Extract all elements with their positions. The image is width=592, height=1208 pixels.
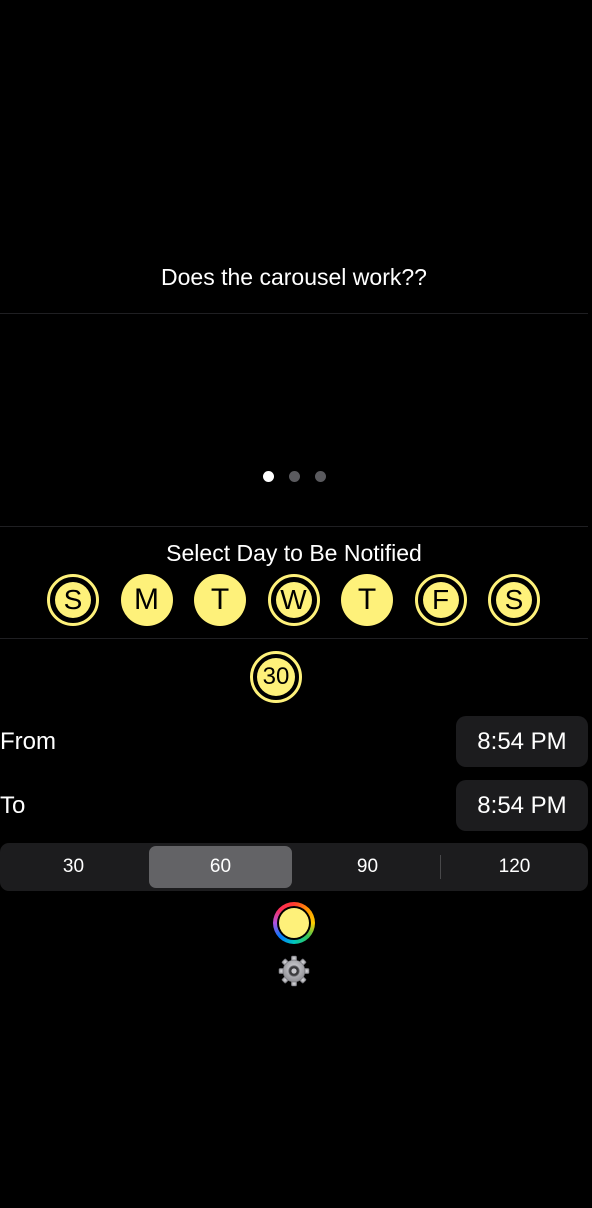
day-label: S bbox=[496, 582, 532, 618]
day-label: T bbox=[210, 583, 230, 616]
day-selector: S M T W T F S bbox=[47, 574, 540, 626]
from-label: From bbox=[0, 728, 56, 755]
carousel-title: Does the carousel work?? bbox=[161, 264, 427, 290]
segment-60[interactable]: 60 bbox=[147, 843, 294, 891]
day-toggle-thursday[interactable]: T bbox=[341, 574, 393, 626]
segment-label: 120 bbox=[498, 856, 531, 877]
to-time-picker[interactable]: 8:54 PM bbox=[456, 780, 588, 831]
color-well-ring bbox=[277, 906, 311, 940]
day-toggle-tuesday[interactable]: T bbox=[194, 574, 246, 626]
day-label: T bbox=[357, 583, 377, 616]
segment-label: 60 bbox=[209, 856, 232, 877]
divider bbox=[0, 526, 588, 527]
days-section-title: Select Day to Be Notified bbox=[166, 540, 422, 566]
to-label: To bbox=[0, 792, 26, 819]
segment-label: 90 bbox=[356, 856, 379, 877]
day-toggle-wednesday[interactable]: W bbox=[267, 574, 320, 626]
divider bbox=[0, 638, 588, 639]
day-label: S bbox=[55, 582, 91, 618]
page-dot-2[interactable] bbox=[288, 471, 300, 482]
segment-label: 30 bbox=[62, 856, 85, 877]
interval-segmented-control: 30 60 90 120 bbox=[0, 843, 588, 891]
segment-separator bbox=[440, 855, 441, 879]
day-label: F bbox=[422, 582, 459, 618]
from-time-picker[interactable]: 8:54 PM bbox=[456, 716, 588, 767]
divider bbox=[0, 313, 588, 314]
day-toggle-monday[interactable]: M bbox=[120, 574, 173, 626]
segment-120[interactable]: 120 bbox=[441, 843, 588, 891]
page-indicator[interactable] bbox=[0, 471, 588, 482]
day-toggle-saturday[interactable]: S bbox=[488, 574, 540, 626]
day-label: W bbox=[275, 582, 312, 618]
interval-badge: 30 bbox=[250, 651, 302, 703]
day-label: M bbox=[134, 583, 159, 616]
day-toggle-sunday[interactable]: S bbox=[47, 574, 99, 626]
page-dot-1[interactable] bbox=[262, 471, 274, 482]
color-swatch bbox=[279, 908, 309, 938]
interval-value: 30 bbox=[257, 658, 295, 696]
segment-30[interactable]: 30 bbox=[0, 843, 147, 891]
segment-90[interactable]: 90 bbox=[294, 843, 441, 891]
page-dot-3[interactable] bbox=[314, 471, 326, 482]
gear-icon[interactable] bbox=[277, 954, 311, 988]
day-toggle-friday[interactable]: F bbox=[414, 574, 467, 626]
color-well-icon[interactable] bbox=[273, 902, 315, 944]
